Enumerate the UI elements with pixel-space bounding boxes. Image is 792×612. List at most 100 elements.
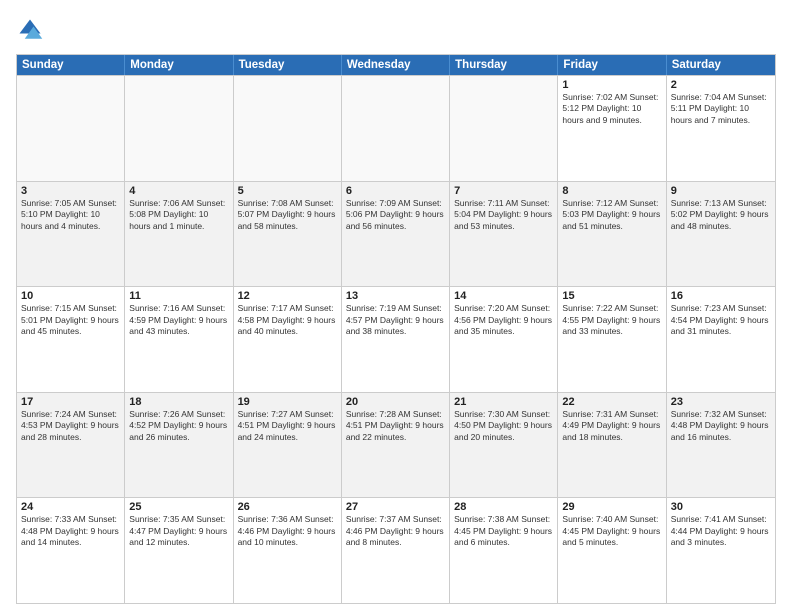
day-number: 6: [346, 185, 445, 197]
day-number: 12: [238, 290, 337, 302]
calendar-header-cell: Tuesday: [234, 55, 342, 75]
logo-icon: [16, 16, 44, 44]
cell-info: Sunrise: 7:05 AM Sunset: 5:10 PM Dayligh…: [21, 198, 120, 232]
calendar-header-cell: Sunday: [17, 55, 125, 75]
cell-info: Sunrise: 7:11 AM Sunset: 5:04 PM Dayligh…: [454, 198, 553, 232]
calendar-cell: 19Sunrise: 7:27 AM Sunset: 4:51 PM Dayli…: [234, 393, 342, 498]
calendar-cell: 11Sunrise: 7:16 AM Sunset: 4:59 PM Dayli…: [125, 287, 233, 392]
calendar-cell: [450, 76, 558, 181]
calendar-cell: 12Sunrise: 7:17 AM Sunset: 4:58 PM Dayli…: [234, 287, 342, 392]
cell-info: Sunrise: 7:27 AM Sunset: 4:51 PM Dayligh…: [238, 409, 337, 443]
calendar-cell: 30Sunrise: 7:41 AM Sunset: 4:44 PM Dayli…: [667, 498, 775, 603]
calendar-cell: 14Sunrise: 7:20 AM Sunset: 4:56 PM Dayli…: [450, 287, 558, 392]
logo: [16, 16, 48, 44]
cell-info: Sunrise: 7:24 AM Sunset: 4:53 PM Dayligh…: [21, 409, 120, 443]
calendar-header-cell: Saturday: [667, 55, 775, 75]
calendar-cell: 15Sunrise: 7:22 AM Sunset: 4:55 PM Dayli…: [558, 287, 666, 392]
day-number: 23: [671, 396, 771, 408]
day-number: 15: [562, 290, 661, 302]
calendar-body: 1Sunrise: 7:02 AM Sunset: 5:12 PM Daylig…: [17, 75, 775, 603]
day-number: 10: [21, 290, 120, 302]
day-number: 17: [21, 396, 120, 408]
day-number: 19: [238, 396, 337, 408]
cell-info: Sunrise: 7:35 AM Sunset: 4:47 PM Dayligh…: [129, 514, 228, 548]
calendar-cell: 10Sunrise: 7:15 AM Sunset: 5:01 PM Dayli…: [17, 287, 125, 392]
calendar-cell: 3Sunrise: 7:05 AM Sunset: 5:10 PM Daylig…: [17, 182, 125, 287]
cell-info: Sunrise: 7:32 AM Sunset: 4:48 PM Dayligh…: [671, 409, 771, 443]
day-number: 13: [346, 290, 445, 302]
calendar-cell: [125, 76, 233, 181]
cell-info: Sunrise: 7:28 AM Sunset: 4:51 PM Dayligh…: [346, 409, 445, 443]
calendar-cell: 8Sunrise: 7:12 AM Sunset: 5:03 PM Daylig…: [558, 182, 666, 287]
day-number: 29: [562, 501, 661, 513]
calendar-cell: 24Sunrise: 7:33 AM Sunset: 4:48 PM Dayli…: [17, 498, 125, 603]
cell-info: Sunrise: 7:37 AM Sunset: 4:46 PM Dayligh…: [346, 514, 445, 548]
day-number: 5: [238, 185, 337, 197]
calendar-cell: 26Sunrise: 7:36 AM Sunset: 4:46 PM Dayli…: [234, 498, 342, 603]
cell-info: Sunrise: 7:26 AM Sunset: 4:52 PM Dayligh…: [129, 409, 228, 443]
calendar: SundayMondayTuesdayWednesdayThursdayFrid…: [16, 54, 776, 604]
cell-info: Sunrise: 7:30 AM Sunset: 4:50 PM Dayligh…: [454, 409, 553, 443]
calendar-cell: 23Sunrise: 7:32 AM Sunset: 4:48 PM Dayli…: [667, 393, 775, 498]
day-number: 21: [454, 396, 553, 408]
cell-info: Sunrise: 7:06 AM Sunset: 5:08 PM Dayligh…: [129, 198, 228, 232]
page-header: [16, 16, 776, 44]
day-number: 16: [671, 290, 771, 302]
cell-info: Sunrise: 7:19 AM Sunset: 4:57 PM Dayligh…: [346, 303, 445, 337]
calendar-cell: 21Sunrise: 7:30 AM Sunset: 4:50 PM Dayli…: [450, 393, 558, 498]
calendar-row: 3Sunrise: 7:05 AM Sunset: 5:10 PM Daylig…: [17, 181, 775, 287]
calendar-header-cell: Thursday: [450, 55, 558, 75]
calendar-header-cell: Monday: [125, 55, 233, 75]
calendar-cell: 1Sunrise: 7:02 AM Sunset: 5:12 PM Daylig…: [558, 76, 666, 181]
calendar-cell: 4Sunrise: 7:06 AM Sunset: 5:08 PM Daylig…: [125, 182, 233, 287]
day-number: 24: [21, 501, 120, 513]
calendar-cell: [234, 76, 342, 181]
calendar-cell: 18Sunrise: 7:26 AM Sunset: 4:52 PM Dayli…: [125, 393, 233, 498]
calendar-cell: 25Sunrise: 7:35 AM Sunset: 4:47 PM Dayli…: [125, 498, 233, 603]
cell-info: Sunrise: 7:12 AM Sunset: 5:03 PM Dayligh…: [562, 198, 661, 232]
calendar-cell: 7Sunrise: 7:11 AM Sunset: 5:04 PM Daylig…: [450, 182, 558, 287]
calendar-header-cell: Friday: [558, 55, 666, 75]
calendar-cell: 20Sunrise: 7:28 AM Sunset: 4:51 PM Dayli…: [342, 393, 450, 498]
day-number: 4: [129, 185, 228, 197]
calendar-header-row: SundayMondayTuesdayWednesdayThursdayFrid…: [17, 55, 775, 75]
day-number: 1: [562, 79, 661, 91]
cell-info: Sunrise: 7:31 AM Sunset: 4:49 PM Dayligh…: [562, 409, 661, 443]
calendar-cell: 2Sunrise: 7:04 AM Sunset: 5:11 PM Daylig…: [667, 76, 775, 181]
calendar-cell: 6Sunrise: 7:09 AM Sunset: 5:06 PM Daylig…: [342, 182, 450, 287]
calendar-cell: 29Sunrise: 7:40 AM Sunset: 4:45 PM Dayli…: [558, 498, 666, 603]
day-number: 8: [562, 185, 661, 197]
day-number: 28: [454, 501, 553, 513]
cell-info: Sunrise: 7:13 AM Sunset: 5:02 PM Dayligh…: [671, 198, 771, 232]
calendar-cell: 27Sunrise: 7:37 AM Sunset: 4:46 PM Dayli…: [342, 498, 450, 603]
cell-info: Sunrise: 7:23 AM Sunset: 4:54 PM Dayligh…: [671, 303, 771, 337]
cell-info: Sunrise: 7:41 AM Sunset: 4:44 PM Dayligh…: [671, 514, 771, 548]
day-number: 30: [671, 501, 771, 513]
day-number: 22: [562, 396, 661, 408]
day-number: 2: [671, 79, 771, 91]
calendar-cell: [342, 76, 450, 181]
calendar-row: 1Sunrise: 7:02 AM Sunset: 5:12 PM Daylig…: [17, 75, 775, 181]
calendar-cell: 22Sunrise: 7:31 AM Sunset: 4:49 PM Dayli…: [558, 393, 666, 498]
cell-info: Sunrise: 7:20 AM Sunset: 4:56 PM Dayligh…: [454, 303, 553, 337]
calendar-cell: 13Sunrise: 7:19 AM Sunset: 4:57 PM Dayli…: [342, 287, 450, 392]
cell-info: Sunrise: 7:22 AM Sunset: 4:55 PM Dayligh…: [562, 303, 661, 337]
calendar-cell: 9Sunrise: 7:13 AM Sunset: 5:02 PM Daylig…: [667, 182, 775, 287]
day-number: 7: [454, 185, 553, 197]
calendar-cell: 16Sunrise: 7:23 AM Sunset: 4:54 PM Dayli…: [667, 287, 775, 392]
cell-info: Sunrise: 7:09 AM Sunset: 5:06 PM Dayligh…: [346, 198, 445, 232]
cell-info: Sunrise: 7:16 AM Sunset: 4:59 PM Dayligh…: [129, 303, 228, 337]
cell-info: Sunrise: 7:33 AM Sunset: 4:48 PM Dayligh…: [21, 514, 120, 548]
calendar-cell: 28Sunrise: 7:38 AM Sunset: 4:45 PM Dayli…: [450, 498, 558, 603]
cell-info: Sunrise: 7:02 AM Sunset: 5:12 PM Dayligh…: [562, 92, 661, 126]
cell-info: Sunrise: 7:08 AM Sunset: 5:07 PM Dayligh…: [238, 198, 337, 232]
day-number: 11: [129, 290, 228, 302]
day-number: 20: [346, 396, 445, 408]
cell-info: Sunrise: 7:40 AM Sunset: 4:45 PM Dayligh…: [562, 514, 661, 548]
calendar-row: 17Sunrise: 7:24 AM Sunset: 4:53 PM Dayli…: [17, 392, 775, 498]
cell-info: Sunrise: 7:17 AM Sunset: 4:58 PM Dayligh…: [238, 303, 337, 337]
calendar-row: 10Sunrise: 7:15 AM Sunset: 5:01 PM Dayli…: [17, 286, 775, 392]
calendar-cell: 5Sunrise: 7:08 AM Sunset: 5:07 PM Daylig…: [234, 182, 342, 287]
day-number: 14: [454, 290, 553, 302]
cell-info: Sunrise: 7:36 AM Sunset: 4:46 PM Dayligh…: [238, 514, 337, 548]
